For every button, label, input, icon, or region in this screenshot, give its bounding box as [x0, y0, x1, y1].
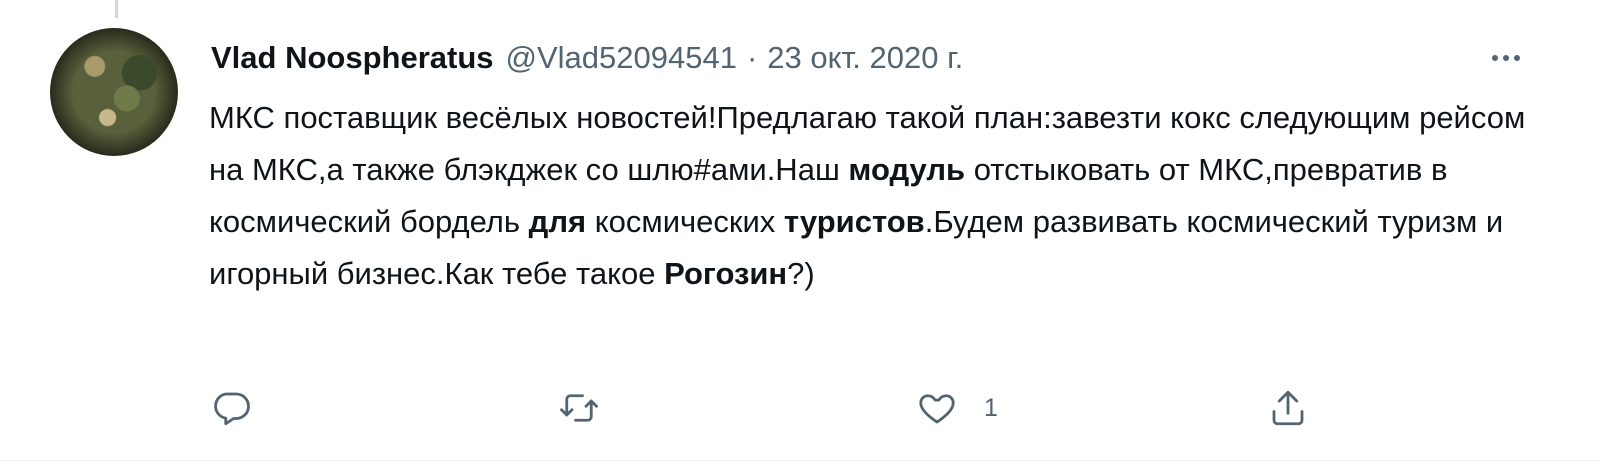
share-button[interactable] — [1267, 383, 1309, 433]
avatar[interactable] — [50, 28, 178, 156]
reply-button[interactable] — [210, 383, 252, 433]
tweet-header: Vlad Noospheratus @Vlad52094541 · 23 окт… — [211, 40, 963, 80]
tweet-text: МКС поставщик весёлых новостей!Предлагаю… — [209, 92, 1549, 300]
more-icon[interactable] — [1486, 40, 1526, 76]
text-segment-bold: Рогозин — [664, 256, 788, 291]
retweet-button[interactable] — [558, 383, 600, 433]
text-segment-bold: туристов — [783, 204, 925, 239]
text-segment-bold: модуль — [848, 152, 966, 187]
tweet[interactable]: Vlad Noospheratus @Vlad52094541 · 23 окт… — [0, 0, 1600, 474]
text-segment: ?) — [787, 256, 815, 291]
author-handle[interactable]: @Vlad52094541 — [506, 40, 737, 76]
author-name[interactable]: Vlad Noospheratus — [211, 40, 494, 76]
reply-icon — [214, 392, 250, 426]
tweet-divider — [0, 460, 1600, 461]
share-icon — [1272, 390, 1304, 426]
more-dot — [1492, 55, 1498, 61]
retweet-icon — [560, 394, 598, 422]
text-segment: космических — [586, 204, 784, 239]
tweet-date[interactable]: 23 окт. 2020 г. — [767, 40, 963, 76]
text-segment-bold: для — [528, 204, 587, 239]
heart-icon — [919, 394, 955, 424]
more-dot — [1514, 55, 1520, 61]
more-dot — [1503, 55, 1509, 61]
like-button[interactable]: 1 — [916, 383, 998, 433]
like-count: 1 — [984, 393, 998, 422]
tweet-actions: 1 — [208, 383, 1328, 433]
meta-separator: · — [746, 40, 758, 75]
